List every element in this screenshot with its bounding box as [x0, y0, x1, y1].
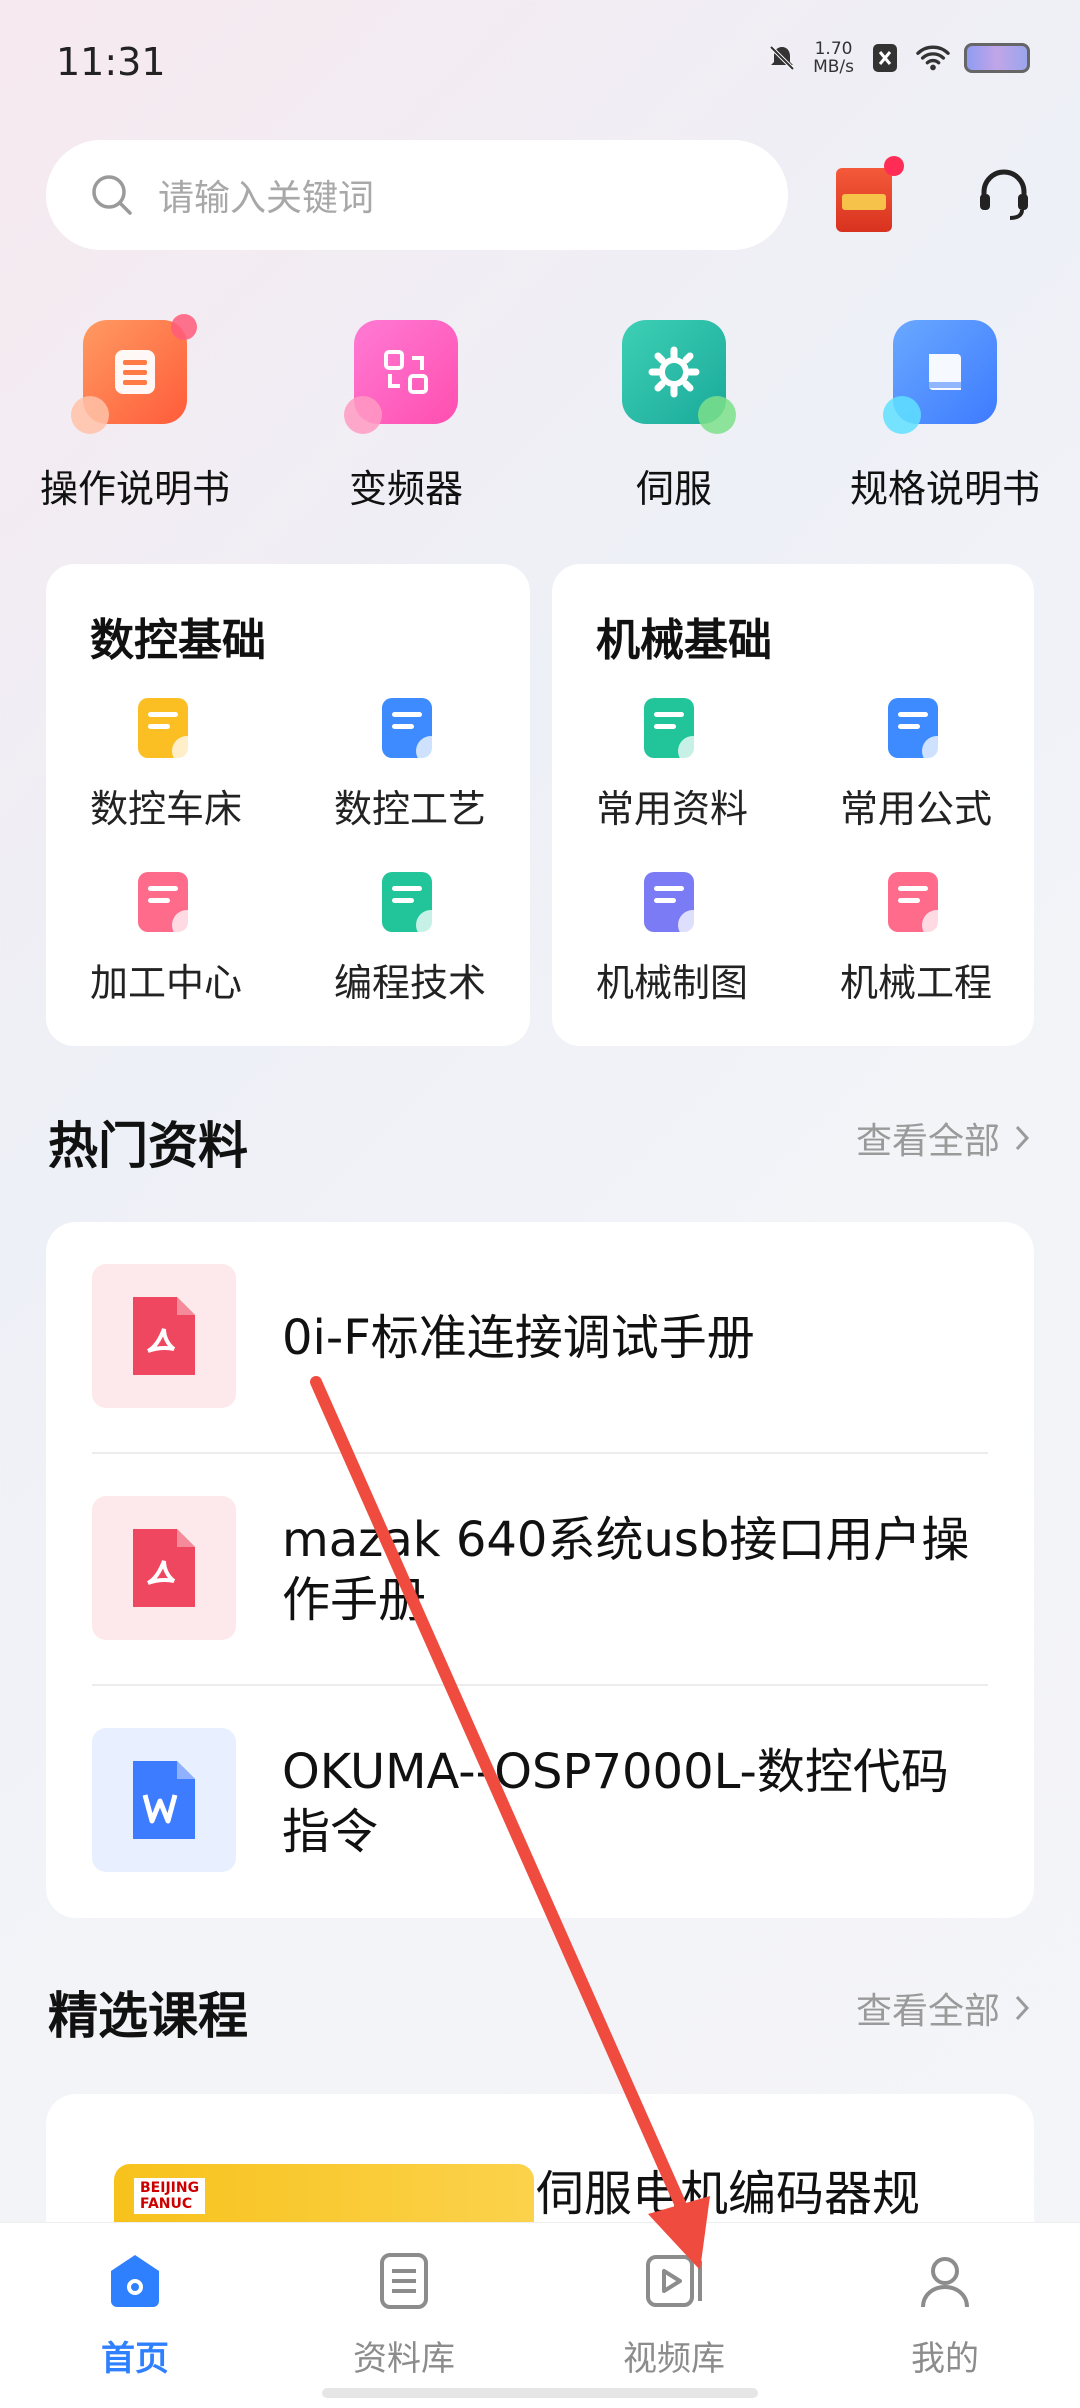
logo-line: BEIJING [140, 2180, 200, 2196]
notification-dot [884, 156, 904, 176]
formula-icon [888, 698, 952, 766]
grid-item-materials[interactable]: 常用资料 [552, 698, 792, 833]
courses-section-title: 精选课程 [48, 1987, 248, 2045]
quick-item-label: 操作说明书 [39, 467, 230, 511]
grid-item-engineering[interactable]: 机械工程 [796, 872, 1036, 1007]
customer-service-icon[interactable] [974, 164, 1034, 228]
wifi-icon [916, 41, 950, 75]
fanuc-logo: BEIJING FANUC [134, 2178, 206, 2214]
hot-list-item[interactable]: OKUMA--OSP7000L-数控代码指令 [46, 1686, 949, 1918]
courses-see-all-link[interactable]: 查看全部 [856, 1982, 1030, 2034]
nav-library[interactable]: 资料库 [304, 2249, 504, 2380]
hot-section-title: 热门资料 [48, 1117, 248, 1175]
status-icons: 1.70 MB/s [765, 40, 1030, 76]
grid-item-programming[interactable]: 编程技术 [290, 872, 530, 1007]
hot-item-title: OKUMA--OSP7000L-数控代码指令 [282, 1744, 949, 1860]
card-title: 机械基础 [596, 615, 772, 666]
nav-label: 我的 [911, 2339, 979, 2379]
grid-item-label: 机械制图 [595, 961, 748, 1005]
net-speed-value: 1.70 [814, 39, 853, 59]
programming-icon [382, 872, 446, 940]
word-icon [92, 1728, 236, 1872]
search-placeholder: 请输入关键词 [158, 178, 375, 219]
quick-item-label: 伺服 [635, 467, 712, 511]
grid-item-process[interactable]: 数控工艺 [290, 698, 530, 833]
book-icon [883, 320, 997, 434]
hot-item-title: mazak 640系统usb接口用户操作手册 [282, 1512, 970, 1628]
grid-item-label: 加工中心 [89, 961, 242, 1005]
gear-icon [622, 320, 736, 434]
cnc-basics-card: 数控基础 数控车床 数控工艺 加工中心 编程技术 [46, 564, 530, 1046]
hot-see-all-link[interactable]: 查看全部 [856, 1112, 1030, 1164]
engineering-icon [888, 872, 952, 940]
quick-item-inverter[interactable]: 变频器 [291, 320, 521, 513]
mute-notification-icon [765, 41, 799, 75]
nav-video[interactable]: 视频库 [574, 2249, 774, 2380]
gift-icon[interactable] [836, 156, 904, 234]
nav-home[interactable]: 首页 [35, 2249, 235, 2380]
pdf-icon [92, 1264, 236, 1408]
hot-list-item[interactable]: mazak 640系统usb接口用户操作手册 [46, 1454, 969, 1686]
video-icon [646, 2255, 702, 2307]
materials-icon [644, 698, 708, 766]
see-all-label: 查看全部 [855, 1991, 1000, 2032]
logo-line: FANUC [140, 2196, 193, 2212]
status-time: 11:31 [56, 40, 166, 84]
user-icon [921, 2257, 969, 2308]
mech-basics-card: 机械基础 常用资料 常用公式 机械制图 机械工程 [552, 564, 1034, 1046]
grid-item-label: 数控车床 [89, 787, 242, 831]
quick-item-spec[interactable]: 规格说明书 [830, 320, 1060, 513]
hot-list-item[interactable]: 0i-F标准连接调试手册 [46, 1222, 942, 1454]
chevron-right-icon [1015, 1125, 1030, 1151]
quick-item-label: 规格说明书 [849, 467, 1040, 511]
quick-item-label: 变频器 [348, 467, 463, 511]
quick-categories: 操作说明书 变频器 伺服 规格说明书 [0, 314, 1080, 520]
bottom-nav: 首页 资料库 视频库 我的 [0, 2222, 1080, 2408]
nav-label: 首页 [101, 2339, 169, 2379]
nav-label: 视频库 [623, 2339, 725, 2379]
quick-item-servo[interactable]: 伺服 [559, 320, 789, 513]
grid-item-label: 数控工艺 [333, 787, 486, 831]
lathe-icon [138, 698, 202, 766]
grid-item-label: 编程技术 [333, 961, 486, 1005]
home-indicator[interactable] [322, 2388, 758, 2398]
grid-item-label: 机械工程 [839, 961, 992, 1005]
pdf-icon [92, 1496, 236, 1640]
grid-item-label: 常用资料 [595, 787, 748, 831]
course-title: 伺服电机编码器规 [536, 2166, 921, 2222]
grid-item-machining-center[interactable]: 加工中心 [46, 872, 286, 1007]
status-bar: 11:31 1.70 MB/s [0, 0, 1080, 120]
quick-item-manual[interactable]: 操作说明书 [20, 314, 250, 513]
hot-item-title: 0i-F标准连接调试手册 [282, 1310, 755, 1366]
search-icon [92, 175, 132, 215]
sim-disabled-icon [868, 41, 902, 75]
nav-label: 资料库 [353, 2339, 455, 2379]
process-icon [382, 698, 446, 766]
card-title: 数控基础 [90, 615, 266, 666]
library-icon [380, 2253, 428, 2309]
machining-center-icon [138, 872, 202, 940]
grid-item-label: 常用公式 [839, 787, 992, 831]
inverter-icon [344, 320, 458, 434]
grid-item-formula[interactable]: 常用公式 [796, 698, 1036, 833]
drawing-icon [644, 872, 708, 940]
search-bar[interactable]: 请输入关键词 [46, 140, 788, 250]
grid-item-lathe[interactable]: 数控车床 [46, 698, 286, 833]
home-icon [111, 2255, 159, 2307]
grid-item-drawing[interactable]: 机械制图 [552, 872, 792, 1007]
nav-profile[interactable]: 我的 [845, 2249, 1045, 2380]
battery-icon [964, 43, 1030, 73]
manual-icon [71, 314, 197, 434]
net-speed-unit: MB/s [813, 57, 854, 77]
chevron-right-icon [1015, 1995, 1030, 2021]
see-all-label: 查看全部 [855, 1121, 1000, 1162]
net-speed: 1.70 MB/s [813, 40, 854, 76]
